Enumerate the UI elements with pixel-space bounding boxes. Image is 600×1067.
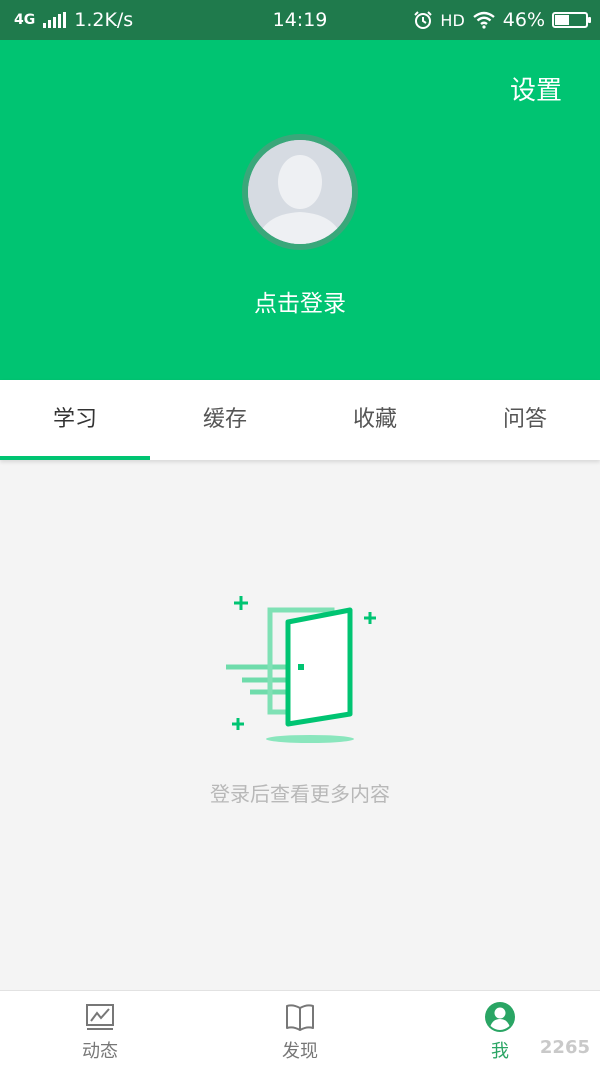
alarm-icon [414,11,433,29]
tab-qa[interactable]: 问答 [450,380,600,460]
status-right: HD 46% [413,0,591,40]
nav-activity-label: 动态 [82,1041,118,1062]
empty-message: 登录后查看更多内容 [210,782,390,806]
tab-study[interactable]: 学习 [0,380,150,460]
hd-label: HD [440,10,465,30]
status-bar: 4G 1.2K/s 14:19 HD 46% [0,0,600,40]
nav-me-label: 我 [491,1041,509,1062]
login-link[interactable]: 点击登录 [0,284,600,318]
settings-button[interactable]: 设置 [510,70,562,107]
wifi-icon [473,11,495,29]
tab-favorites[interactable]: 收藏 [300,380,450,460]
tab-bar: 学习 缓存 收藏 问答 [0,380,600,460]
book-icon [286,1004,314,1031]
battery-percent: 46% [502,9,545,31]
nav-discover[interactable]: 发现 [200,991,400,1067]
chart-icon [86,1004,114,1030]
battery-icon [552,12,591,28]
nav-discover-label: 发现 [282,1041,318,1062]
profile-header: 设置 点击登录 [0,40,600,380]
watermark-logo: 2265 [539,1037,590,1058]
battery-fill [555,15,569,25]
bottom-nav: 动态 发现 我 [0,990,600,1067]
nav-activity[interactable]: 动态 [0,991,200,1067]
default-avatar-icon [248,140,352,244]
door-icon [226,596,376,743]
tab-cache[interactable]: 缓存 [150,380,300,460]
user-icon [485,1002,515,1032]
avatar[interactable] [242,134,358,250]
